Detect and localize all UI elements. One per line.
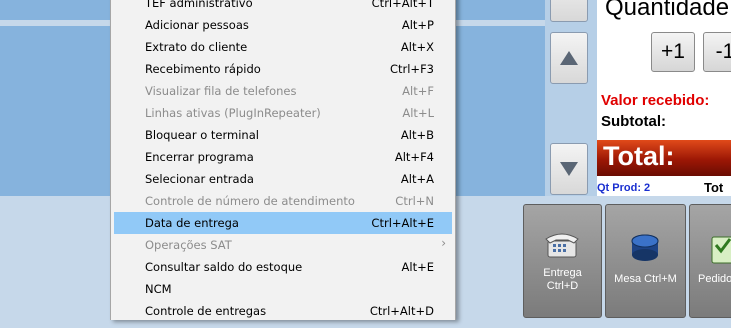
mesa-tile-button[interactable]: Mesa Ctrl+M xyxy=(605,204,686,318)
submenu-arrow-icon: › xyxy=(441,236,446,250)
menu-item-label: Controle de número de atendimento xyxy=(145,194,355,208)
menu-item-operacoes-sat[interactable]: Operações SAT › xyxy=(114,234,452,256)
menu-item-visualizar-fila-de-telefones[interactable]: Visualizar fila de telefones Alt+F xyxy=(114,80,452,102)
valor-recebido-label: Valor recebido: xyxy=(601,92,710,109)
qt-prod-label: Qt Prod: 2 xyxy=(597,182,651,194)
menu-item-extrato-do-cliente[interactable]: Extrato do cliente Alt+X xyxy=(114,36,452,58)
quantity-title: Quantidade xyxy=(605,0,730,21)
menu-item-consultar-saldo-do-estoque[interactable]: Consultar saldo do estoque Alt+E xyxy=(114,256,452,278)
subtotal-label: Subtotal: xyxy=(601,113,666,130)
menu-item-label: Encerrar programa xyxy=(145,150,254,164)
menu-item-label: TEF administrativo xyxy=(145,0,253,10)
menu-item-shortcut: Alt+E xyxy=(401,260,434,274)
menu-item-shortcut: Ctrl+Alt+T xyxy=(371,0,434,10)
menu-item-recebimento-rapido[interactable]: Recebimento rápido Ctrl+F3 xyxy=(114,58,452,80)
menu-item-ncm[interactable]: NCM xyxy=(114,278,452,300)
menu-item-label: Extrato do cliente xyxy=(145,40,248,54)
menu-item-shortcut: Ctrl+Alt+D xyxy=(369,304,434,318)
total-label: Total: xyxy=(603,141,675,171)
menu-item-label: Recebimento rápido xyxy=(145,62,261,76)
scroll-column xyxy=(545,0,597,196)
background-panel xyxy=(0,26,110,196)
menu-item-shortcut: Alt+L xyxy=(402,106,434,120)
background-panel xyxy=(0,196,110,328)
totals-panel: Quantidade +1 -1 Valor recebido: Subtota… xyxy=(597,0,731,196)
menu-item-shortcut: Alt+X xyxy=(400,40,434,54)
background-panel xyxy=(0,0,110,20)
menu-item-linhas-ativas-pluginrepeater[interactable]: Linhas ativas (PlugInRepeater) Alt+L xyxy=(114,102,452,124)
menu-item-label: Visualizar fila de telefones xyxy=(145,84,297,98)
decrement-quantity-button[interactable]: -1 xyxy=(703,32,731,72)
menu-item-label: NCM xyxy=(145,282,172,296)
entrega-tile-button[interactable]: Entrega Ctrl+D xyxy=(523,204,602,318)
menu-item-controle-de-numero-de-atendimento[interactable]: Controle de número de atendimento Ctrl+N xyxy=(114,190,452,212)
entrega-tile-label: Entrega Ctrl+D xyxy=(543,267,582,292)
product-list-panel xyxy=(455,0,545,196)
divider xyxy=(455,20,545,26)
scroll-down-button[interactable] xyxy=(550,143,588,195)
increment-quantity-button[interactable]: +1 xyxy=(651,32,695,72)
tot-label: Tot xyxy=(704,180,724,195)
triangle-up-icon xyxy=(560,51,578,65)
menu-item-label: Data de entrega xyxy=(145,216,239,230)
menu-item-shortcut: Alt+B xyxy=(400,128,434,142)
order-icon xyxy=(711,236,731,264)
menu-item-shortcut: Alt+F4 xyxy=(394,150,434,164)
telephone-icon xyxy=(545,233,579,258)
pedido-tile-label: Pedido xyxy=(698,273,731,285)
table-icon xyxy=(631,234,659,261)
menu-item-shortcut: Ctrl+F3 xyxy=(389,62,434,76)
menu-item-selecionar-entrada[interactable]: Selecionar entrada Alt+A xyxy=(114,168,452,190)
total-bar: Total: xyxy=(597,140,731,176)
menu-item-encerrar-programa[interactable]: Encerrar programa Alt+F4 xyxy=(114,146,452,168)
menu-item-label: Linhas ativas (PlugInRepeater) xyxy=(145,106,321,120)
scroll-up-button[interactable] xyxy=(550,32,588,84)
menu-item-label: Consultar saldo do estoque xyxy=(145,260,303,274)
menu-item-shortcut: Alt+F xyxy=(402,84,434,98)
mesa-tile-label: Mesa Ctrl+M xyxy=(614,273,677,285)
menu-item-bloquear-o-terminal[interactable]: Bloquear o terminal Alt+B xyxy=(114,124,452,146)
menu-item-label: Operações SAT xyxy=(145,238,232,252)
menu-item-label: Selecionar entrada xyxy=(145,172,254,186)
menu-item-shortcut: Ctrl+N xyxy=(395,194,434,208)
menu-item-adicionar-pessoas[interactable]: Adicionar pessoas Alt+P xyxy=(114,14,452,36)
menu-item-label: Bloquear o terminal xyxy=(145,128,259,142)
menu-item-label: Adicionar pessoas xyxy=(145,18,249,32)
menu-item-shortcut: Alt+A xyxy=(400,172,434,186)
menu-item-label: Controle de entregas xyxy=(145,304,267,318)
scroll-button-prev[interactable] xyxy=(550,0,588,22)
context-menu: TEF administrativo Ctrl+Alt+T Adicionar pe… xyxy=(110,0,456,320)
menu-item-controle-de-entregas[interactable]: Controle de entregas Ctrl+Alt+D xyxy=(114,300,452,322)
triangle-down-icon xyxy=(560,162,578,176)
menu-item-data-de-entrega[interactable]: Data de entrega Ctrl+Alt+E xyxy=(114,212,452,234)
pedido-tile-button[interactable]: Pedido xyxy=(689,204,731,318)
menu-item-shortcut: Alt+P xyxy=(401,18,434,32)
menu-item-shortcut: Ctrl+Alt+E xyxy=(371,216,434,230)
menu-item-tef-administrativo[interactable]: TEF administrativo Ctrl+Alt+T xyxy=(114,0,452,14)
